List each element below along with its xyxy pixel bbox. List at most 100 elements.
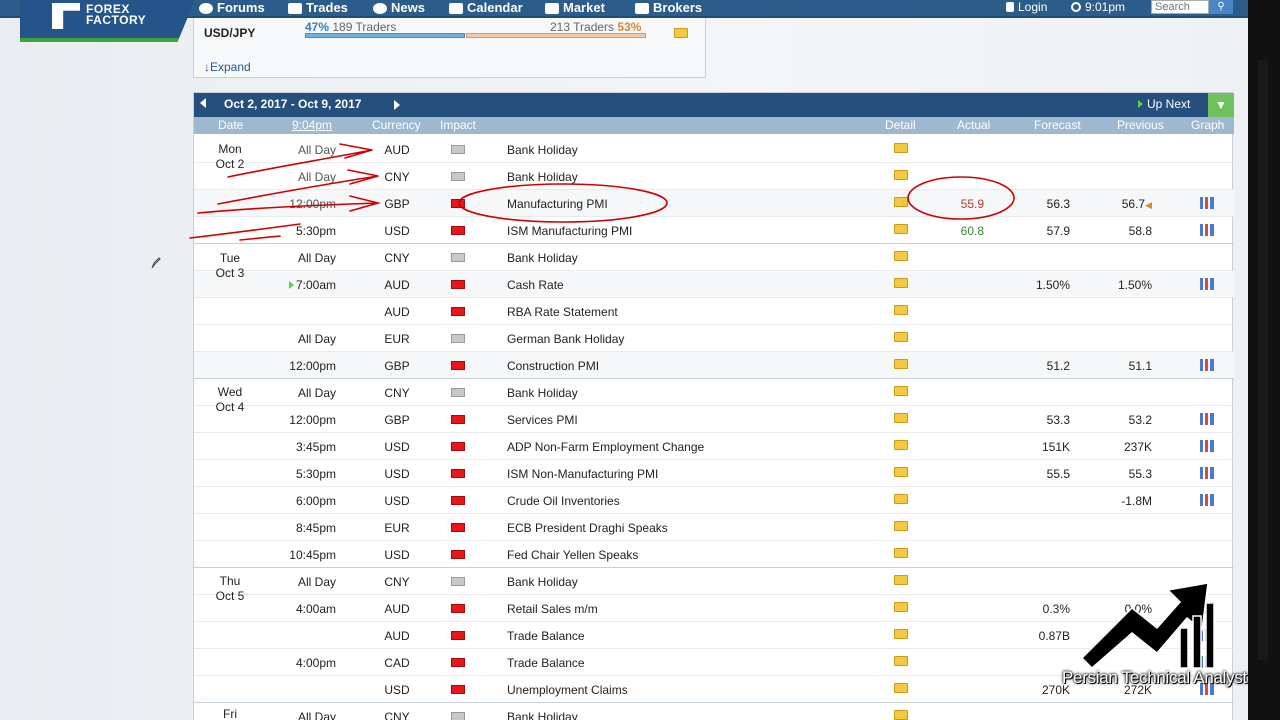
- table-row[interactable]: 5:30pm USD ISM Manufacturing PMI 60.8 57.9 58…: [194, 217, 1234, 244]
- event-title[interactable]: Services PMI: [507, 413, 578, 427]
- nav-news[interactable]: News: [373, 0, 425, 16]
- detail-folder-icon[interactable]: [894, 601, 908, 615]
- col-time[interactable]: 9:04pm: [292, 118, 332, 132]
- high-impact-icon[interactable]: [451, 604, 465, 613]
- folder-icon[interactable]: [674, 28, 688, 38]
- event-title[interactable]: Unemployment Claims: [507, 683, 628, 697]
- graph-icon[interactable]: [1200, 494, 1214, 509]
- table-row[interactable]: 12:00pm GBP Construction PMI 51.2 51.1: [194, 352, 1234, 379]
- detail-folder-icon[interactable]: [894, 385, 908, 399]
- table-row[interactable]: 12:00pm GBP Manufacturing PMI 55.9 56.3 56.7◀: [194, 190, 1234, 217]
- nav-forums[interactable]: Forums: [199, 0, 265, 16]
- nav-calendar[interactable]: Calendar: [449, 0, 523, 16]
- table-row[interactable]: All Day CNY Bank Holiday: [194, 703, 1234, 720]
- event-title[interactable]: Bank Holiday: [507, 251, 578, 265]
- holiday-impact-icon[interactable]: [451, 334, 465, 343]
- high-impact-icon[interactable]: [451, 496, 465, 505]
- detail-folder-icon[interactable]: [894, 412, 908, 426]
- currency-pair[interactable]: USD/JPY: [204, 26, 255, 40]
- event-title[interactable]: ISM Manufacturing PMI: [507, 224, 632, 238]
- detail-folder-icon[interactable]: [894, 655, 908, 669]
- expand-link[interactable]: ↓Expand: [204, 60, 251, 74]
- holiday-impact-icon[interactable]: [451, 577, 465, 586]
- high-impact-icon[interactable]: [451, 226, 465, 235]
- graph-icon[interactable]: [1200, 278, 1214, 293]
- search-button[interactable]: ⚲: [1209, 0, 1233, 14]
- high-impact-icon[interactable]: [451, 469, 465, 478]
- table-row[interactable]: 10:45pm USD Fed Chair Yellen Speaks: [194, 541, 1234, 568]
- high-impact-icon[interactable]: [451, 523, 465, 532]
- table-row[interactable]: 3:45pm USD ADP Non-Farm Employment Change 1…: [194, 433, 1234, 460]
- nav-trades[interactable]: Trades: [288, 0, 348, 16]
- high-impact-icon[interactable]: [451, 550, 465, 559]
- table-row[interactable]: 8:45pm EUR ECB President Draghi Speaks: [194, 514, 1234, 541]
- event-title[interactable]: Trade Balance: [507, 629, 585, 643]
- filter-button[interactable]: ▼: [1208, 93, 1234, 117]
- event-title[interactable]: Fed Chair Yellen Speaks: [507, 548, 638, 562]
- detail-folder-icon[interactable]: [894, 493, 908, 507]
- detail-folder-icon[interactable]: [894, 331, 908, 345]
- event-title[interactable]: Trade Balance: [507, 656, 585, 670]
- graph-icon[interactable]: [1200, 440, 1214, 455]
- high-impact-icon[interactable]: [451, 361, 465, 370]
- detail-folder-icon[interactable]: [894, 304, 908, 318]
- event-title[interactable]: Manufacturing PMI: [507, 197, 608, 211]
- detail-folder-icon[interactable]: [894, 250, 908, 264]
- up-next-button[interactable]: Up Next: [1138, 97, 1190, 111]
- event-title[interactable]: ECB President Draghi Speaks: [507, 521, 668, 535]
- event-title[interactable]: Bank Holiday: [507, 575, 578, 589]
- event-title[interactable]: Construction PMI: [507, 359, 599, 373]
- login-link[interactable]: Login: [1006, 0, 1047, 14]
- table-row[interactable]: 5:30pm USD ISM Non-Manufacturing PMI 55.5 55…: [194, 460, 1234, 487]
- event-title[interactable]: ISM Non-Manufacturing PMI: [507, 467, 658, 481]
- graph-icon[interactable]: [1200, 359, 1214, 374]
- event-title[interactable]: German Bank Holiday: [507, 332, 624, 346]
- event-title[interactable]: Cash Rate: [507, 278, 564, 292]
- high-impact-icon[interactable]: [451, 415, 465, 424]
- detail-folder-icon[interactable]: [894, 169, 908, 183]
- nav-brokers[interactable]: Brokers: [635, 0, 702, 16]
- high-impact-icon[interactable]: [451, 307, 465, 316]
- table-row[interactable]: All Day AUD Bank Holiday: [194, 136, 1234, 163]
- graph-icon[interactable]: [1200, 197, 1214, 212]
- graph-icon[interactable]: [1200, 467, 1214, 482]
- table-row[interactable]: All Day CNY Bank Holiday: [194, 244, 1234, 271]
- detail-folder-icon[interactable]: [894, 439, 908, 453]
- high-impact-icon[interactable]: [451, 199, 465, 208]
- high-impact-icon[interactable]: [451, 658, 465, 667]
- event-title[interactable]: Retail Sales m/m: [507, 602, 598, 616]
- page-scrollbar[interactable]: [1248, 0, 1280, 720]
- graph-icon[interactable]: [1200, 224, 1214, 239]
- high-impact-icon[interactable]: [451, 631, 465, 640]
- nav-market[interactable]: Market: [545, 0, 605, 16]
- table-row[interactable]: 12:00pm GBP Services PMI 53.3 53.2: [194, 406, 1234, 433]
- event-title[interactable]: Bank Holiday: [507, 170, 578, 184]
- logo-text[interactable]: FOREX FACTORY: [86, 3, 146, 26]
- event-title[interactable]: Bank Holiday: [507, 143, 578, 157]
- detail-folder-icon[interactable]: [894, 520, 908, 534]
- search-input[interactable]: [1151, 0, 1209, 14]
- holiday-impact-icon[interactable]: [451, 712, 465, 720]
- detail-folder-icon[interactable]: [894, 574, 908, 588]
- high-impact-icon[interactable]: [451, 280, 465, 289]
- high-impact-icon[interactable]: [451, 442, 465, 451]
- detail-folder-icon[interactable]: [894, 142, 908, 156]
- event-title[interactable]: Bank Holiday: [507, 386, 578, 400]
- table-row[interactable]: All Day CNY Bank Holiday: [194, 163, 1234, 190]
- holiday-impact-icon[interactable]: [451, 253, 465, 262]
- detail-folder-icon[interactable]: [894, 196, 908, 210]
- table-row[interactable]: All Day CNY Bank Holiday: [194, 379, 1234, 406]
- next-week-button[interactable]: [394, 100, 400, 110]
- detail-folder-icon[interactable]: [894, 277, 908, 291]
- detail-folder-icon[interactable]: [894, 682, 908, 696]
- event-title[interactable]: ADP Non-Farm Employment Change: [507, 440, 704, 454]
- table-row[interactable]: All Day EUR German Bank Holiday: [194, 325, 1234, 352]
- table-row[interactable]: 7:00am AUD Cash Rate 1.50% 1.50%: [194, 271, 1234, 298]
- detail-folder-icon[interactable]: [894, 628, 908, 642]
- holiday-impact-icon[interactable]: [451, 172, 465, 181]
- detail-folder-icon[interactable]: [894, 547, 908, 561]
- time-display[interactable]: 9:01pm: [1071, 0, 1125, 14]
- detail-folder-icon[interactable]: [894, 709, 908, 720]
- holiday-impact-icon[interactable]: [451, 388, 465, 397]
- holiday-impact-icon[interactable]: [451, 145, 465, 154]
